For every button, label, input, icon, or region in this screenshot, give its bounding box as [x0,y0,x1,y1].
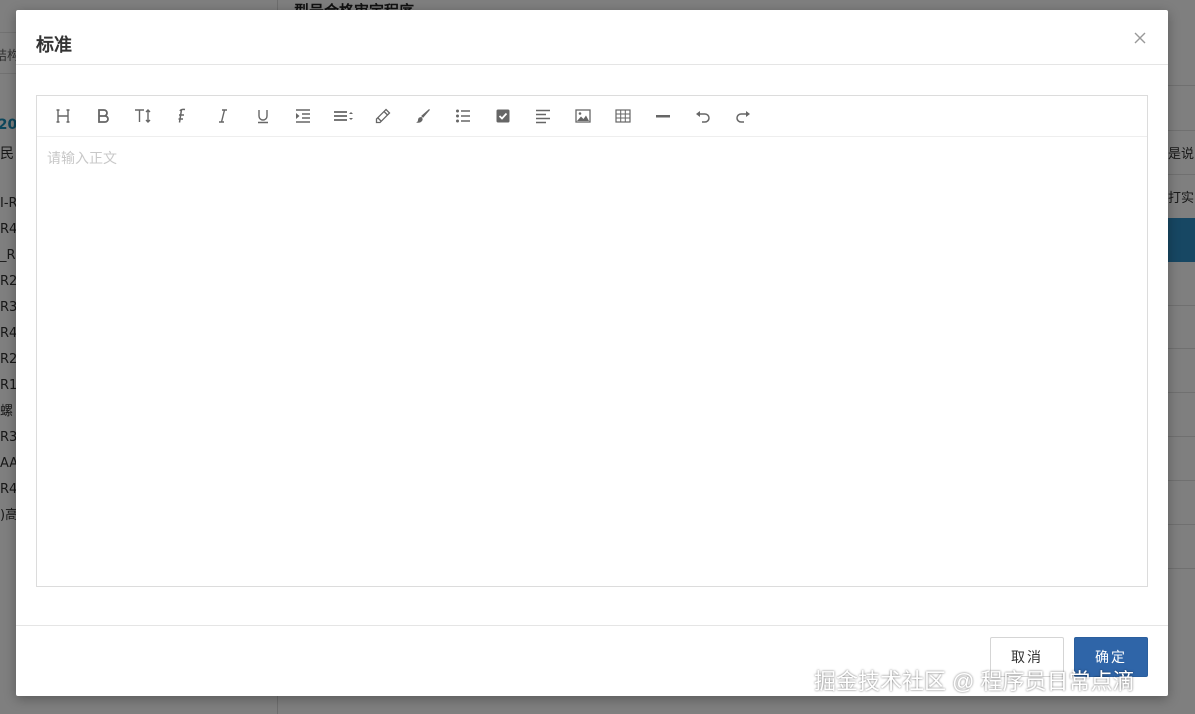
brush-button[interactable] [411,105,435,127]
table-button[interactable] [611,105,635,127]
divider-button[interactable] [651,105,675,127]
align-icon [536,109,550,124]
standard-dialog: 标准 请输入正文 取消 确定 [16,10,1168,696]
heading-button[interactable] [51,105,75,127]
image-button[interactable] [571,105,595,127]
undo-icon [696,111,710,123]
divider-icon [656,115,670,118]
bold-button[interactable] [91,105,115,127]
close-button[interactable] [1130,28,1150,48]
brush-icon [416,109,430,123]
pen-icon [375,108,391,124]
align-button[interactable] [531,105,555,127]
line-height-icon [334,111,353,121]
editor-content-area[interactable]: 请输入正文 [37,137,1147,586]
redo-icon [736,111,750,123]
italic-button[interactable] [211,105,235,127]
bold-icon [98,109,109,123]
line-height-button[interactable] [331,105,355,127]
font-size-icon [135,109,151,123]
table-icon [615,109,631,123]
watermark: 掘金技术社区 @ 程序员日常点滴 [814,669,1135,694]
pen-button[interactable] [371,105,395,127]
editor-placeholder: 请输入正文 [47,150,117,166]
font-size-button[interactable] [131,105,155,127]
indent-icon [296,109,310,123]
list-button[interactable] [451,105,475,127]
heading-icon [56,109,70,123]
image-icon [575,109,591,123]
font-family-icon [178,108,186,123]
underline-icon [258,110,268,124]
rich-text-editor: 请输入正文 [36,95,1148,587]
checkbox-button[interactable] [491,105,515,127]
italic-icon [219,109,227,123]
close-icon [1134,32,1146,44]
redo-button[interactable] [731,105,755,127]
underline-button[interactable] [251,105,275,127]
list-icon [456,109,470,123]
checkbox-icon [496,109,510,123]
font-family-button[interactable] [171,105,195,127]
undo-button[interactable] [691,105,715,127]
dialog-header: 标准 [16,10,1168,65]
indent-button[interactable] [291,105,315,127]
dialog-title: 标准 [36,35,72,56]
editor-toolbar [37,96,1147,137]
